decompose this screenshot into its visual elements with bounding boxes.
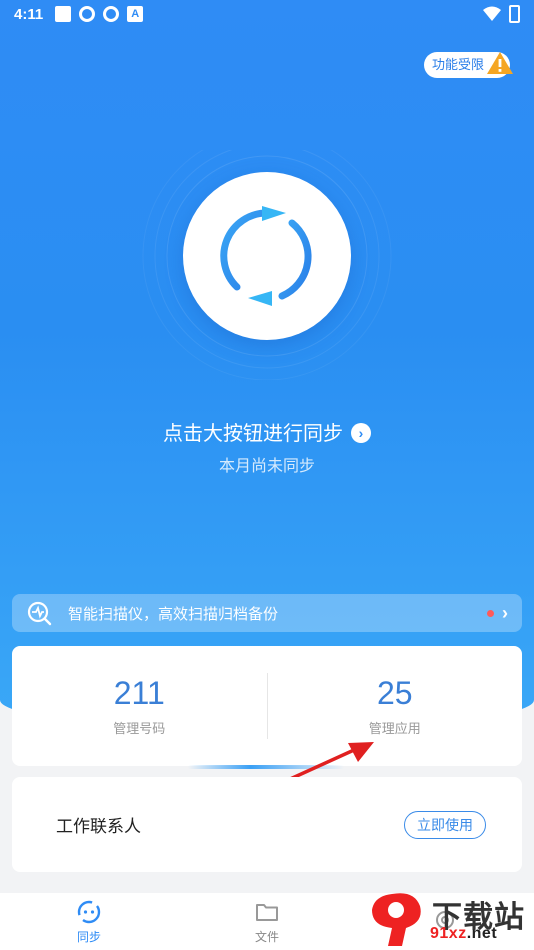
work-contacts-title: 工作联系人 bbox=[56, 817, 141, 836]
notification-app-icon-2 bbox=[103, 6, 120, 22]
scanner-icon bbox=[27, 601, 52, 626]
wifi-icon bbox=[483, 6, 501, 21]
sync-prompt-title[interactable]: 点击大按钮进行同步 › bbox=[0, 417, 534, 446]
sync-status-subtitle: 本月尚未同步 bbox=[218, 458, 315, 475]
feature-limited-label: 功能受限 bbox=[432, 57, 485, 72]
managed-numbers-label: 管理号码 bbox=[113, 721, 166, 736]
warning-icon bbox=[487, 52, 514, 74]
notification-square-icon bbox=[55, 6, 72, 22]
status-time: 4:11 bbox=[14, 5, 44, 23]
feature-limited-badge[interactable]: 功能受限 bbox=[424, 52, 514, 78]
nav-tab-sync[interactable]: 同步 bbox=[0, 893, 178, 950]
smart-scanner-banner[interactable]: 智能扫描仪，高效扫描归档备份 › bbox=[12, 594, 522, 632]
watermark-logo-icon bbox=[372, 893, 421, 946]
work-contacts-card: 工作联系人 立即使用 bbox=[12, 777, 522, 872]
status-bar: 4:11 A bbox=[0, 0, 534, 28]
nav-tab-files[interactable]: 文件 bbox=[178, 893, 356, 950]
watermark-domain-left: 91xz bbox=[430, 925, 467, 942]
managed-apps-value: 25 bbox=[376, 675, 413, 711]
use-now-button[interactable]: 立即使用 bbox=[404, 810, 486, 839]
nav-tab-sync-label: 同步 bbox=[76, 929, 101, 944]
battery-icon bbox=[509, 5, 520, 23]
managed-apps-stat[interactable]: 25 管理应用 bbox=[268, 675, 523, 737]
notification-app-icon bbox=[79, 6, 96, 22]
folder-icon bbox=[256, 903, 278, 921]
notification-a-icon: A bbox=[127, 6, 144, 22]
sync-arrows-icon bbox=[220, 206, 312, 306]
site-watermark: 下载站 91xz.net bbox=[362, 888, 532, 948]
watermark-domain: 91xz.net bbox=[430, 925, 497, 943]
sync-icon bbox=[77, 900, 101, 923]
managed-numbers-value: 211 bbox=[113, 675, 165, 711]
sync-button[interactable] bbox=[183, 172, 351, 340]
new-dot-indicator bbox=[487, 609, 494, 617]
chevron-right-icon: › bbox=[351, 423, 371, 443]
sync-prompt-text: 点击大按钮进行同步 bbox=[163, 423, 343, 445]
watermark-domain-right: .net bbox=[466, 925, 498, 942]
nav-tab-files-label: 文件 bbox=[254, 929, 279, 944]
managed-numbers-stat[interactable]: 211 管理号码 bbox=[12, 675, 267, 737]
chevron-right-icon: › bbox=[502, 602, 508, 623]
smart-scanner-text: 智能扫描仪，高效扫描归档备份 bbox=[68, 605, 279, 623]
stats-card: 211 管理号码 25 管理应用 bbox=[12, 646, 522, 766]
managed-apps-label: 管理应用 bbox=[368, 721, 421, 736]
